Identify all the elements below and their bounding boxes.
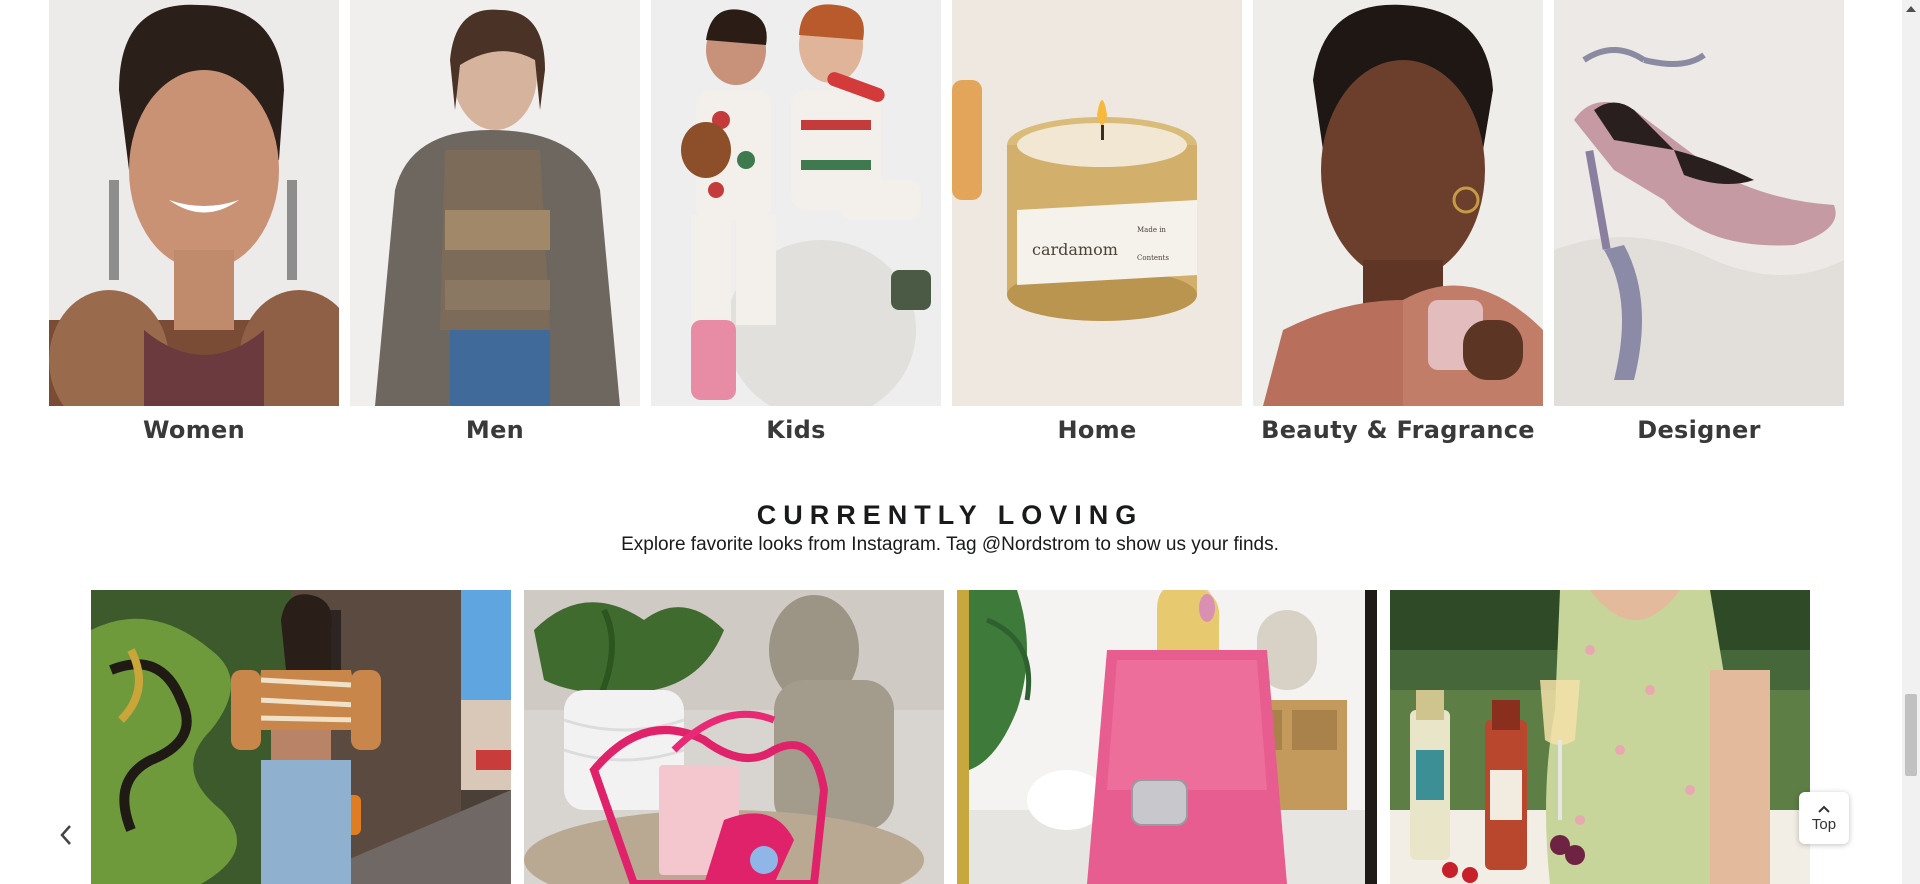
kids-category-image[interactable] (651, 0, 941, 406)
section-subtitle: Explore favorite looks from Instagram. T… (621, 534, 1279, 555)
beauty-category-image[interactable] (1253, 0, 1543, 406)
designer-category-image[interactable] (1554, 0, 1844, 406)
men-category-image[interactable] (350, 0, 640, 406)
category-tile-home[interactable]: cardamom Made in Contents Home (952, 0, 1242, 460)
category-tile-men[interactable]: Men (350, 0, 640, 460)
instagram-post-4[interactable] (1390, 590, 1810, 884)
candle-made-in-text: Made in (1137, 226, 1166, 234)
section-title: CURRENTLY LOVING (756, 500, 1144, 530)
carousel-prev-icon[interactable] (52, 818, 80, 852)
category-label[interactable]: Men (350, 416, 640, 444)
category-tile-designer[interactable]: Designer (1554, 0, 1844, 460)
candle-contents-text: Contents (1137, 254, 1169, 262)
women-category-image[interactable] (49, 0, 339, 406)
candle-label-text: cardamom (1032, 240, 1118, 259)
category-label[interactable]: Women (49, 416, 339, 444)
category-label[interactable]: Kids (651, 416, 941, 444)
scrollbar-thumb[interactable] (1905, 694, 1917, 776)
category-tile-women[interactable]: Women (49, 0, 339, 460)
category-label[interactable]: Home (952, 416, 1242, 444)
back-to-top-button[interactable]: Top (1799, 792, 1849, 844)
instagram-post-1[interactable] (91, 590, 511, 884)
instagram-post-2[interactable] (524, 590, 944, 884)
category-tile-beauty[interactable]: Beauty & Fragrance (1253, 0, 1543, 460)
chevron-left-icon (60, 825, 71, 845)
category-label[interactable]: Designer (1554, 416, 1844, 444)
page: Women Men Kids cardamom Made in Contents… (0, 0, 1920, 884)
chevron-up-icon (1818, 805, 1830, 813)
category-grid: Women Men Kids cardamom Made in Contents… (49, 0, 1845, 460)
category-label[interactable]: Beauty & Fragrance (1253, 416, 1543, 444)
back-to-top-label: Top (1811, 815, 1837, 833)
instagram-carousel (91, 590, 1811, 884)
instagram-post-3[interactable] (957, 590, 1377, 884)
home-category-image[interactable]: cardamom Made in Contents (952, 0, 1242, 406)
scrollbar[interactable] (1902, 0, 1920, 884)
category-tile-kids[interactable]: Kids (651, 0, 941, 460)
scroll-up-icon[interactable] (1902, 0, 1920, 18)
